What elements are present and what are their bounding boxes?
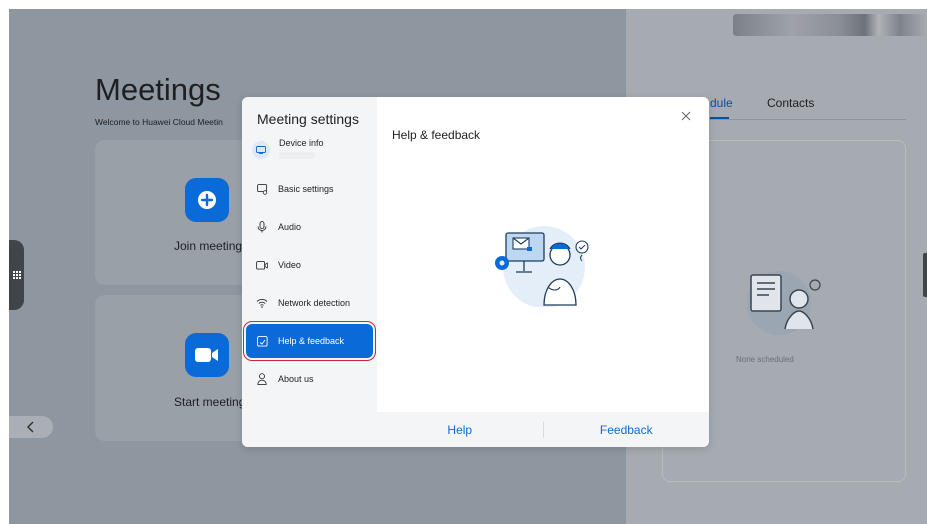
help-button[interactable]: Help [377,423,543,437]
tab-divider [709,119,906,120]
help-feedback-icon [256,335,268,347]
page-title: Meetings [95,72,221,107]
chevron-left-icon [27,421,34,433]
sidebar-item-network-detection[interactable]: Network detection [246,286,373,320]
close-button[interactable] [678,108,694,124]
device-info-label: Device info [279,138,324,148]
empty-schedule-text: None scheduled [736,355,794,364]
join-meeting-card[interactable]: Join meeting [95,140,255,285]
join-meeting-icon [185,178,229,222]
blurred-device-name [733,14,927,36]
sidebar-item-label: Network detection [278,298,351,308]
grid-icon [12,271,21,279]
camera-icon [256,259,268,271]
sidebar-item-device-info[interactable]: Device info [252,138,324,159]
start-meeting-icon [185,333,229,377]
wifi-icon [256,297,268,309]
page-subtitle: Welcome to Huawei Cloud Meetin [95,117,223,127]
feedback-button[interactable]: Feedback [544,423,710,437]
close-icon [681,111,691,121]
dialog-title: Meeting settings [257,111,359,127]
sidebar-item-help-feedback[interactable]: Help & feedback [243,321,376,361]
sidebar-item-basic-settings[interactable]: Basic settings [246,172,373,206]
content-title: Help & feedback [392,128,481,142]
start-meeting-label: Start meeting [174,395,246,409]
dialog-footer: Help Feedback [377,412,709,447]
sidebar-item-label: Help & feedback [278,336,345,346]
tab-schedule[interactable]: dule [710,96,733,110]
microphone-icon [256,221,268,233]
device-id-blurred [279,152,315,159]
sidebar-item-audio[interactable]: Audio [246,210,373,244]
sidebar-item-about-us[interactable]: About us [246,362,373,396]
device-icon [252,141,270,159]
right-panel-handle[interactable] [923,253,927,297]
person-icon [256,373,268,385]
basic-settings-icon [256,183,268,195]
empty-schedule-illustration [747,271,821,335]
sidebar-item-label: Video [278,260,301,270]
help-feedback-illustration [495,226,589,307]
tab-contacts[interactable]: Contacts [767,96,814,110]
side-menu-handle[interactable] [9,240,24,310]
sidebar-item-label: About us [278,374,314,384]
meeting-settings-dialog: Meeting settings Device info Basic setti… [242,97,709,447]
join-meeting-label: Join meeting [174,239,243,253]
back-button[interactable] [9,416,53,438]
sidebar-item-label: Audio [278,222,302,232]
sidebar-item-label: Basic settings [278,184,334,194]
sidebar-item-video[interactable]: Video [246,248,373,282]
start-meeting-card[interactable]: Start meeting [95,295,255,441]
